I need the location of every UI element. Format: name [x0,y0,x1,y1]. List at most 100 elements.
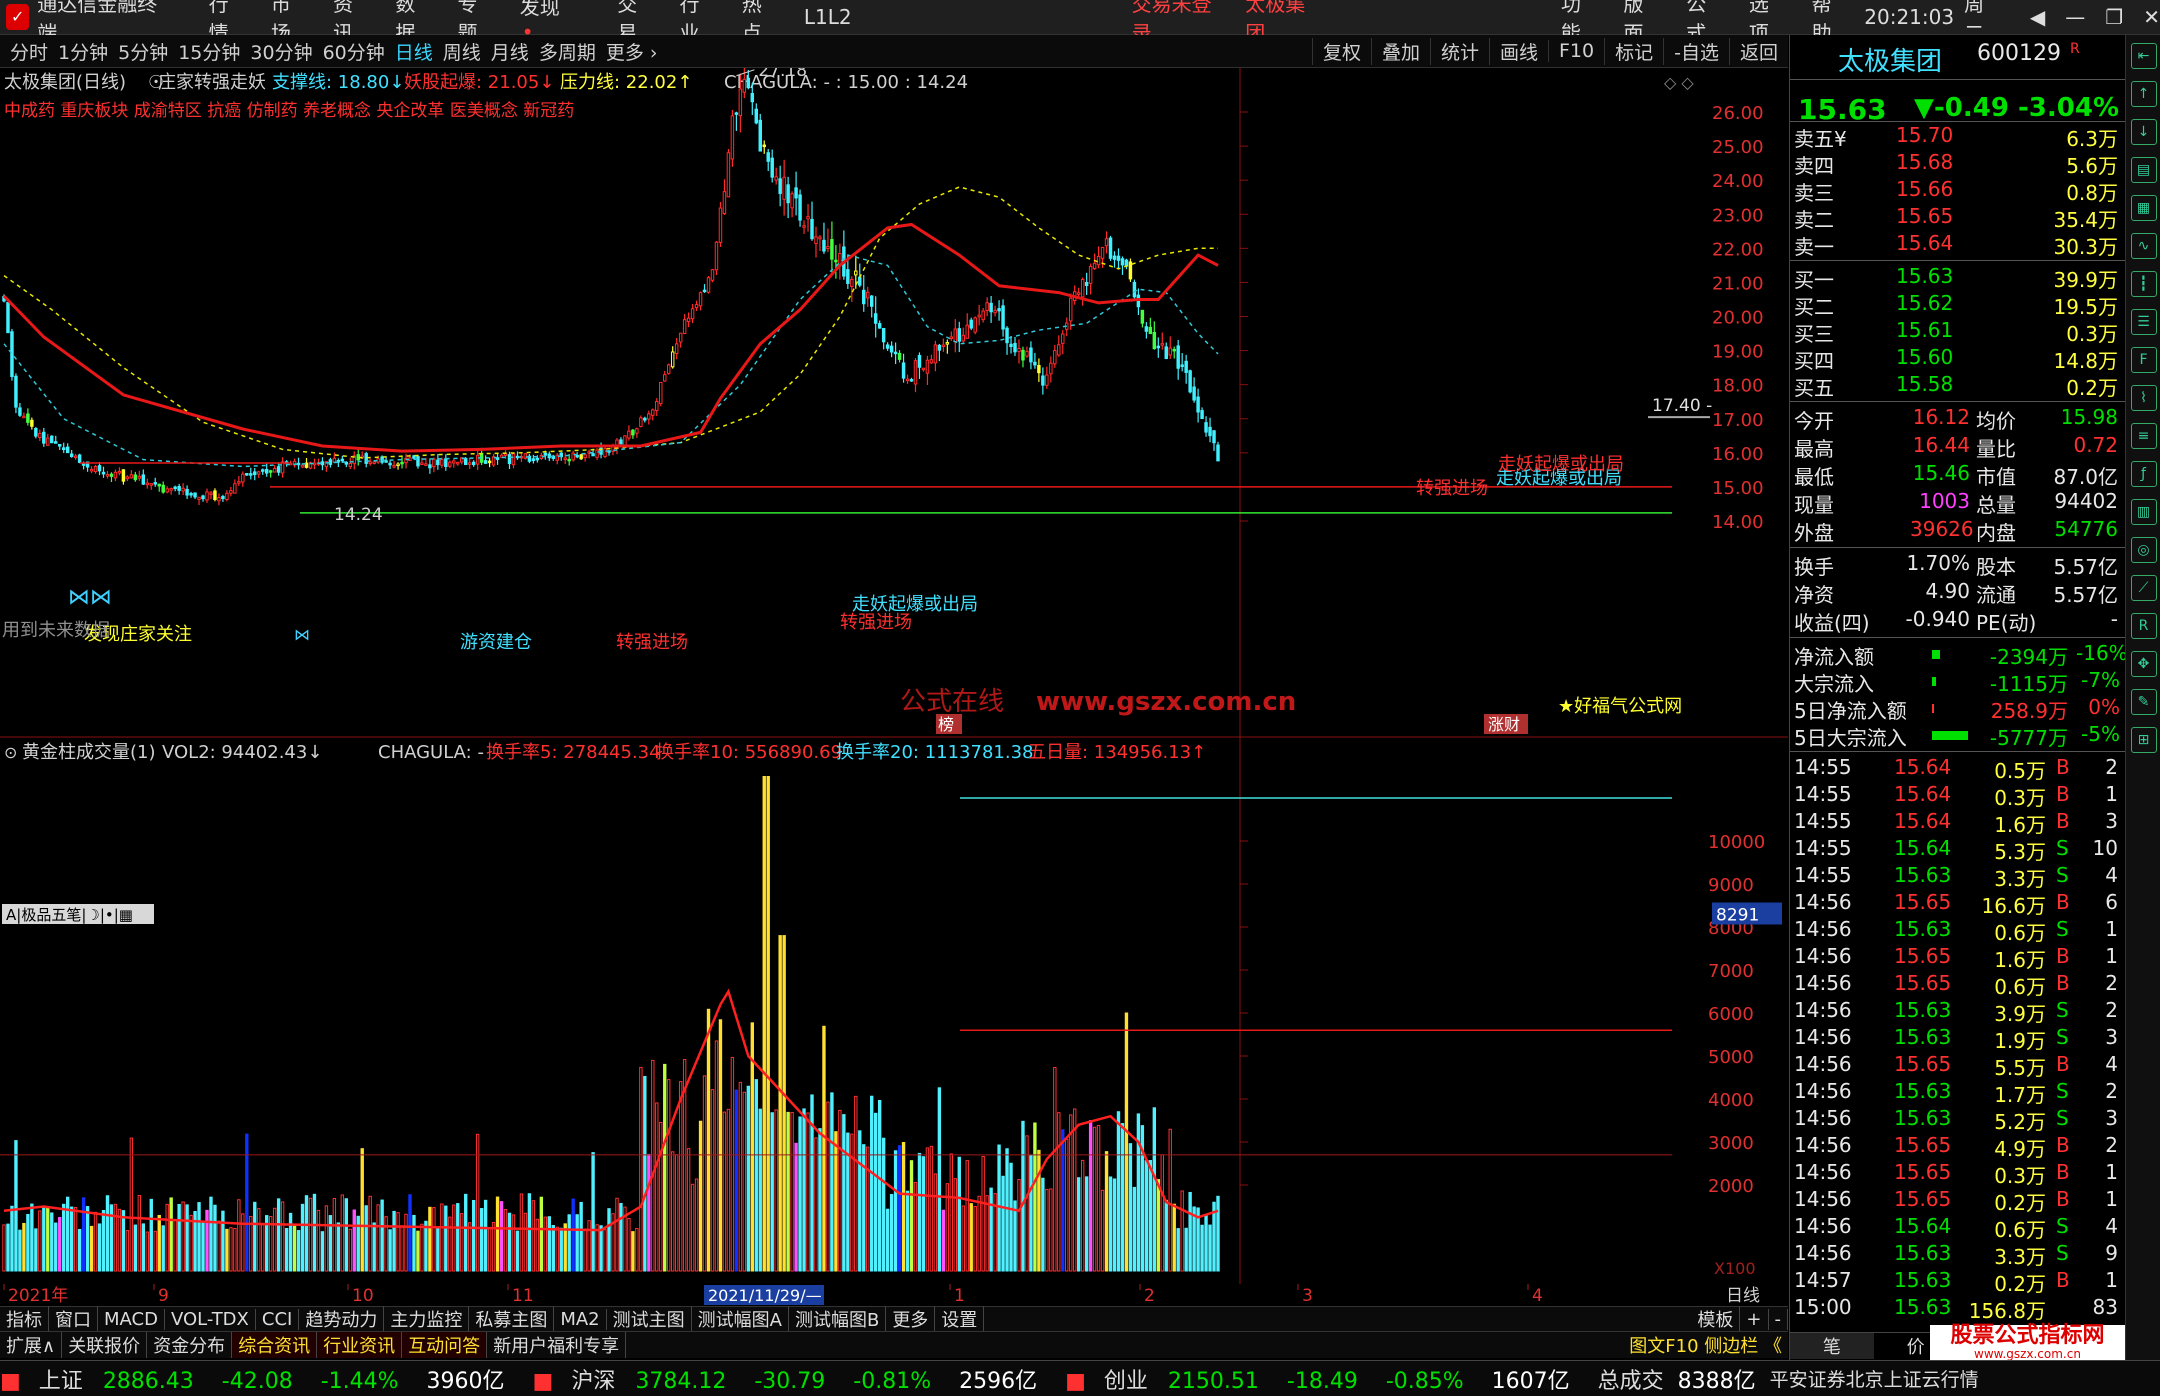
indicator-tab[interactable]: 窗口 [49,1306,98,1332]
chart-action-button[interactable]: 复权 [1311,37,1371,65]
chart-action-button[interactable]: 标记 [1604,37,1663,65]
period-tab[interactable]: 更多 › [606,38,658,65]
indicator-tab[interactable]: 更多 [886,1306,936,1332]
volume-chart[interactable]: ⊙ 黄金柱成交量(1) VOL2: 94402.43↓ CHAGULA: - 换手率5:… [0,738,1788,1284]
pane-toggle-icon[interactable]: ⊙ [4,743,17,762]
volume-bar [706,1008,711,1272]
flow-row: 大宗流入 -1115万 -7% [1790,668,2125,696]
kline-icon[interactable]: ┇ [2130,271,2157,297]
period-tab[interactable]: 周线 [443,38,481,65]
price-chart[interactable]: 26.00 25.00 24.00 23.00 22.00 21.00 20.00 19.00… [0,68,1788,738]
tick-volume: 1.6万 [1994,948,2046,972]
f10-icon[interactable]: F [2130,347,2157,373]
line-chart-icon[interactable]: ∿ [2130,233,2157,259]
chart-action-button[interactable]: 返回 [1728,37,1788,65]
move-icon[interactable]: ✥ [2130,651,2157,677]
period-tab[interactable]: 1分钟 [58,38,108,65]
stock-mark: R [2070,41,2080,57]
table-icon[interactable]: ☰ [2130,309,2157,335]
grid-icon[interactable]: ▦ [2130,195,2157,221]
period-tab[interactable]: 5分钟 [118,38,168,65]
arrow-down-icon[interactable]: ↓ [2130,119,2157,145]
candle-body [6,302,10,334]
collapse-pane-icon[interactable]: ◇ ◇ [1664,73,1694,92]
extension-tab[interactable]: 综合资讯 [232,1332,318,1358]
chart-action-button[interactable]: 画线 [1488,37,1548,65]
report-icon[interactable]: ▤ [2130,157,2157,183]
template-button[interactable]: - [1769,1308,1788,1330]
period-tab[interactable]: 日线 [395,38,433,65]
candle-body [1092,262,1097,270]
close-icon[interactable]: ✕ [2143,5,2160,29]
chart-action-button[interactable]: 统计 [1429,37,1489,65]
back-icon[interactable]: ◀ [2030,5,2045,29]
tick-volume: 16.6万 [1981,894,2046,918]
tick-side: S [2056,1025,2069,1049]
restore-icon[interactable]: ❐ [2105,5,2123,29]
indicator-tab[interactable]: MA2 [554,1308,607,1330]
cycle-icon[interactable]: ◎ [2130,537,2157,563]
minute-chart-icon[interactable]: ⌇ [2130,385,2157,411]
period-tab[interactable]: 多周期 [539,38,596,65]
index-hs[interactable]: ■ 沪深 3784.12 -30.79 -0.81% 2596亿 [533,1363,1052,1395]
volume-bar [678,1081,683,1272]
rsi-icon[interactable]: R [2130,613,2157,639]
indicator-tab[interactable]: 测试主图 [607,1306,692,1332]
arrow-up-icon[interactable]: ↑ [2130,81,2157,107]
indicator-tab[interactable]: 测试幅图B [789,1306,887,1332]
indicator-tab[interactable]: CCI [256,1308,300,1330]
volume-bar [519,1193,524,1272]
ask-row: 卖五¥ 15.70 6.3万 [1790,123,2125,151]
template-button[interactable]: 模板 [1691,1306,1741,1332]
indicator-tab[interactable]: 趋势动力 [299,1306,385,1332]
extension-tab[interactable]: 关联报价 [62,1332,148,1358]
candle-body [794,187,798,199]
trend-icon[interactable]: ⟋ [2130,575,2157,601]
f10-sidebar-link[interactable]: 图文F10 侧边栏 《 [1623,1332,1788,1358]
extension-tab[interactable]: 互动问答 [402,1332,488,1358]
candle-body [241,473,245,483]
period-tab[interactable]: 15分钟 [178,38,240,65]
candle-body [754,108,759,124]
period-tab[interactable]: 30分钟 [250,38,312,65]
chart-action-button[interactable]: -自选 [1663,37,1729,65]
calc-icon[interactable]: ⊞ [2130,727,2157,753]
chart-action-button[interactable]: F10 [1548,40,1604,62]
menu-item[interactable]: L1L2 [804,5,852,29]
indicator-tab[interactable]: MACD [98,1308,165,1330]
detail-icon[interactable]: ≡ [2130,423,2157,449]
extension-tab[interactable]: 扩展∧ [0,1332,63,1358]
extension-tab[interactable]: 资金分布 [147,1332,233,1358]
candle-body [937,344,942,351]
total-turnover: 8388亿 [1677,1368,1756,1394]
function-icon[interactable]: ƒ [2130,461,2157,487]
period-tab[interactable]: 月线 [491,38,529,65]
candle-body [953,328,958,343]
bar-chart-icon[interactable]: ▥ [2130,499,2157,525]
indicator-tab[interactable]: VOL-TDX [165,1308,256,1330]
draw-icon[interactable]: ✎ [2130,689,2157,715]
minimize-icon[interactable]: — [2065,5,2085,29]
index-cy[interactable]: ■ 创业 2150.51 -18.49 -0.85% 1607亿 [1065,1363,1584,1395]
indicator-tab[interactable]: 指标 [0,1306,49,1332]
volume-bar [953,1178,957,1272]
template-button[interactable]: + [1740,1308,1769,1330]
period-tab[interactable]: 分时 [10,38,48,65]
extension-tab[interactable]: 新用户福利专享 [487,1332,627,1358]
bid-price: 15.63 [1896,264,1954,288]
index-sh[interactable]: ■ 上证 2886.43 -42.08 -1.44% 3960亿 [0,1363,519,1395]
indicator-tab[interactable]: 设置 [935,1306,985,1332]
quote-tab[interactable]: 笔 [1790,1333,1874,1359]
period-tab[interactable]: 60分钟 [323,38,385,65]
collapse-icon[interactable]: ⇤ [2130,43,2157,69]
tick-row: 14:57 15.63 0.2万 B 1 [1790,1268,2125,1296]
volume-bar [921,1156,926,1272]
indicator-tab[interactable]: 主力监控 [384,1306,470,1332]
candle-body [1144,326,1149,332]
indicator-tab[interactable]: 测试幅图A [692,1306,789,1332]
extension-tab[interactable]: 行业资讯 [317,1332,403,1358]
indicator-tab[interactable]: 私募主图 [469,1306,555,1332]
volume-bar [909,1160,914,1272]
chart-action-button[interactable]: 叠加 [1370,37,1430,65]
volume-bar [81,1197,86,1272]
